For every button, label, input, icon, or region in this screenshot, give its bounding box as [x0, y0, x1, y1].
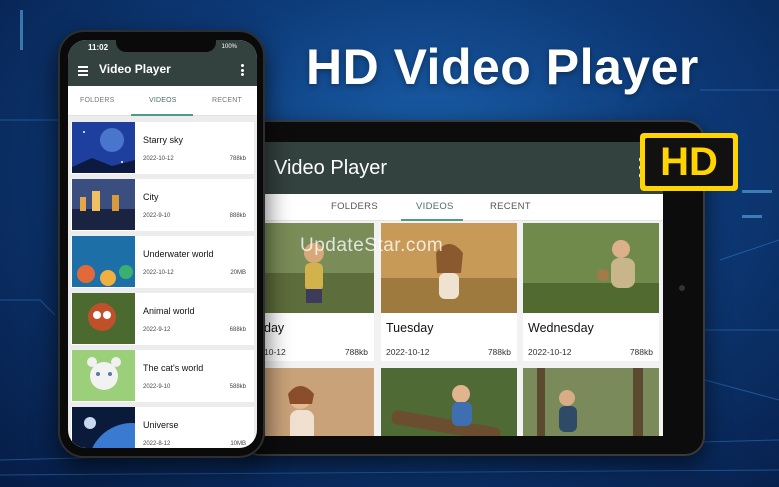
video-date: 2022-9-12 [143, 327, 171, 333]
list-item[interactable]: Underwater world 2022-10-12 20MB [71, 236, 254, 288]
video-thumbnail [72, 407, 135, 448]
status-bar: 11:02 100% [68, 40, 257, 56]
tab-recent[interactable]: RECENT [490, 201, 531, 212]
tablet-screen: Video Player FOLDERS VIDEOS RECENT day 1… [265, 142, 663, 436]
tablet-tab-bar: FOLDERS VIDEOS RECENT [265, 194, 663, 221]
phone-tab-bar: FOLDERS VIDEOS RECENT [68, 86, 257, 116]
tab-folders[interactable]: FOLDERS [331, 201, 378, 212]
video-date: 2022-9-10 [143, 213, 171, 219]
list-item[interactable]: Starry sky 2022-10-12 788kb [71, 122, 254, 174]
video-thumbnail [72, 293, 135, 344]
video-title: Wednesday [528, 321, 594, 335]
video-date: 2022-10-12 [528, 347, 572, 357]
video-thumbnail [72, 236, 135, 287]
hd-badge-label: HD [645, 138, 733, 186]
video-title: day [265, 321, 285, 335]
status-time: 11:02 [88, 43, 109, 52]
video-size: 788kb [229, 156, 246, 162]
tab-recent[interactable]: RECENT [212, 97, 242, 104]
video-date: 2022-10-12 [143, 270, 174, 276]
video-card[interactable] [523, 368, 659, 436]
watermark: UpdateStar.com [300, 235, 444, 256]
battery-level: 100% [221, 44, 237, 50]
hd-badge: HD [640, 133, 738, 191]
promo-headline: HD Video Player [306, 39, 699, 95]
video-date: 2022-10-12 [143, 156, 174, 162]
tablet-device: Video Player FOLDERS VIDEOS RECENT day 1… [240, 120, 705, 456]
video-date: 2022-10-12 [386, 347, 430, 357]
video-card[interactable]: Wednesday 2022-10-12 788kb [523, 223, 659, 361]
video-thumbnail [72, 122, 135, 173]
video-size: 788kb [629, 347, 653, 357]
video-size: 688kb [229, 327, 246, 333]
video-thumbnail [523, 223, 659, 313]
list-item[interactable]: Universe 2022-8-12 10MB [71, 407, 254, 448]
tab-videos[interactable]: VIDEOS [149, 97, 177, 104]
phone-app-title: Video Player [99, 62, 171, 76]
video-title: City [143, 192, 159, 202]
video-thumbnail [381, 368, 517, 436]
tab-folders[interactable]: FOLDERS [80, 97, 114, 104]
list-item[interactable]: Animal world 2022-9-12 688kb [71, 293, 254, 345]
list-item[interactable]: The cat's world 2022-9-10 588kb [71, 350, 254, 402]
video-card[interactable] [381, 368, 517, 436]
video-card[interactable] [265, 368, 374, 436]
tablet-app-title: Video Player [274, 157, 388, 179]
video-title: Starry sky [143, 135, 184, 145]
tablet-camera [679, 285, 685, 291]
tab-indicator [401, 219, 463, 221]
hamburger-menu-icon[interactable] [78, 66, 88, 78]
tab-videos[interactable]: VIDEOS [416, 201, 454, 212]
phone-notch [116, 40, 216, 52]
video-thumbnail [265, 368, 374, 436]
video-thumbnail [523, 368, 659, 436]
phone-device: 11:02 100% Video Player FOLDERS VIDEOS R… [58, 30, 265, 458]
tablet-app-bar: Video Player [265, 142, 663, 194]
phone-screen: 11:02 100% Video Player FOLDERS VIDEOS R… [68, 40, 257, 448]
more-vertical-icon[interactable] [241, 64, 245, 78]
video-size: 788kb [344, 347, 368, 357]
list-item[interactable]: City 2022-9-10 888kb [71, 179, 254, 231]
video-title: Animal world [143, 306, 195, 316]
video-size: 888kb [229, 213, 246, 219]
video-size: 20MB [230, 270, 246, 276]
video-title: Tuesday [386, 321, 434, 335]
video-size: 10MB [230, 441, 246, 447]
video-title: The cat's world [143, 363, 204, 373]
phone-app-bar: Video Player [68, 56, 257, 86]
video-size: 788kb [487, 347, 511, 357]
video-thumbnail [72, 350, 135, 401]
video-title: Universe [143, 420, 179, 430]
video-title: Underwater world [143, 249, 214, 259]
video-date: 2022-8-12 [143, 441, 171, 447]
video-date: 10-12 [265, 347, 286, 357]
video-size: 588kb [229, 384, 246, 390]
tab-indicator [131, 114, 193, 116]
video-thumbnail [72, 179, 135, 230]
video-date: 2022-9-10 [143, 384, 171, 390]
